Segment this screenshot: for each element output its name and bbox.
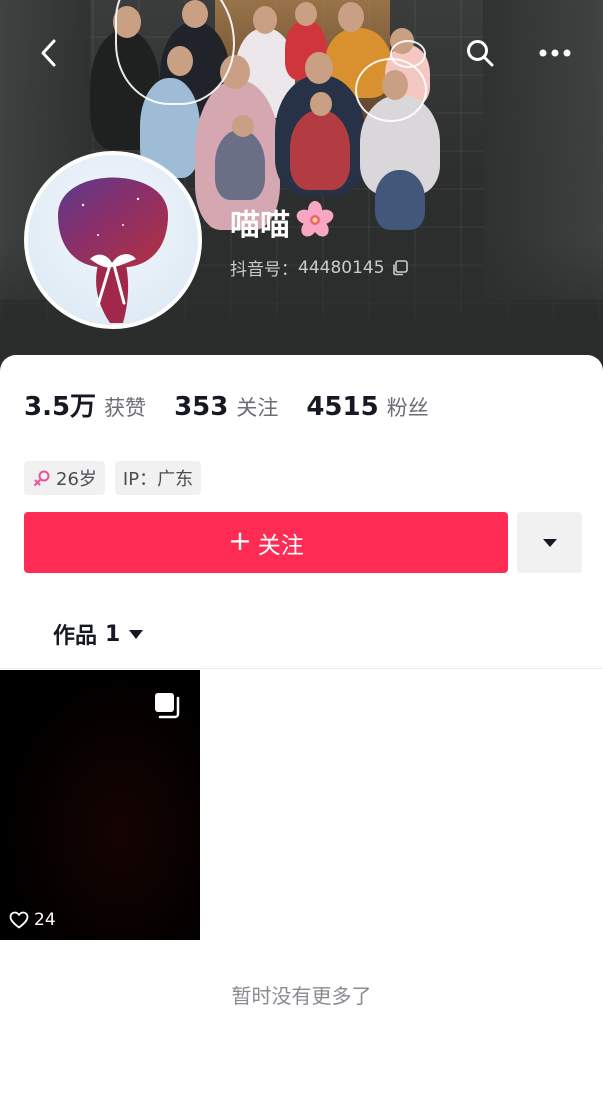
stat-following[interactable]: 353 关注 xyxy=(174,392,278,422)
profile-name: 喵喵 xyxy=(230,208,290,243)
no-more-content-text: 暂时没有更多了 xyxy=(231,984,372,1008)
age-tag: 26岁 xyxy=(24,461,105,495)
douyin-id-row[interactable]: 抖音号： 44480145 xyxy=(230,255,409,280)
cherry-blossom-icon xyxy=(296,200,334,244)
douyin-id-label: 抖音号： xyxy=(230,260,298,280)
more-options-button[interactable] xyxy=(536,34,574,72)
stat-likes[interactable]: 3.5万 获赞 xyxy=(24,386,146,423)
ip-tag: IP：广东 xyxy=(114,461,202,495)
caret-down-icon xyxy=(129,629,144,639)
recommend-dropdown-button[interactable] xyxy=(517,512,582,573)
search-button[interactable] xyxy=(461,34,499,72)
back-button[interactable] xyxy=(30,34,68,72)
stat-followers-label: 粉丝 xyxy=(386,396,429,420)
avatar-image xyxy=(28,155,198,325)
stat-following-value: 353 xyxy=(174,392,229,422)
search-icon xyxy=(467,40,494,67)
tab-works-label: 作品 xyxy=(53,624,98,649)
follow-button[interactable]: + 关注 xyxy=(24,512,508,573)
profile-tags: 26岁 IP：广东 xyxy=(24,461,202,495)
video-likes: 24 xyxy=(9,910,56,930)
chevron-left-icon xyxy=(41,39,56,67)
stat-following-label: 关注 xyxy=(236,396,279,420)
profile-stats: 3.5万 获赞 353 关注 4515 粉丝 xyxy=(24,386,457,423)
tab-divider xyxy=(0,668,603,669)
plus-icon: + xyxy=(228,524,252,557)
multi-image-icon xyxy=(155,693,180,719)
tab-works[interactable]: 作品 1 xyxy=(53,618,144,650)
copy-icon[interactable] xyxy=(391,259,409,277)
video-thumbnail[interactable]: 24 xyxy=(0,670,200,940)
female-icon xyxy=(34,470,50,486)
stat-followers[interactable]: 4515 粉丝 xyxy=(306,392,428,422)
profile-name-row: 喵喵 xyxy=(230,200,334,244)
more-horizontal-icon xyxy=(539,49,571,57)
avatar[interactable] xyxy=(24,151,202,329)
douyin-id-value: 44480145 xyxy=(298,257,385,278)
age-tag-text: 26岁 xyxy=(56,469,97,490)
caret-down-icon xyxy=(542,538,557,547)
video-likes-count: 24 xyxy=(34,910,56,930)
heart-outline-icon xyxy=(9,911,29,929)
ip-tag-text: IP：广东 xyxy=(122,469,194,490)
tab-works-count: 1 xyxy=(105,621,121,647)
stat-likes-value: 3.5万 xyxy=(24,392,97,422)
follow-button-label: 关注 xyxy=(257,532,304,559)
stat-followers-value: 4515 xyxy=(306,392,379,422)
stat-likes-label: 获赞 xyxy=(104,396,147,420)
